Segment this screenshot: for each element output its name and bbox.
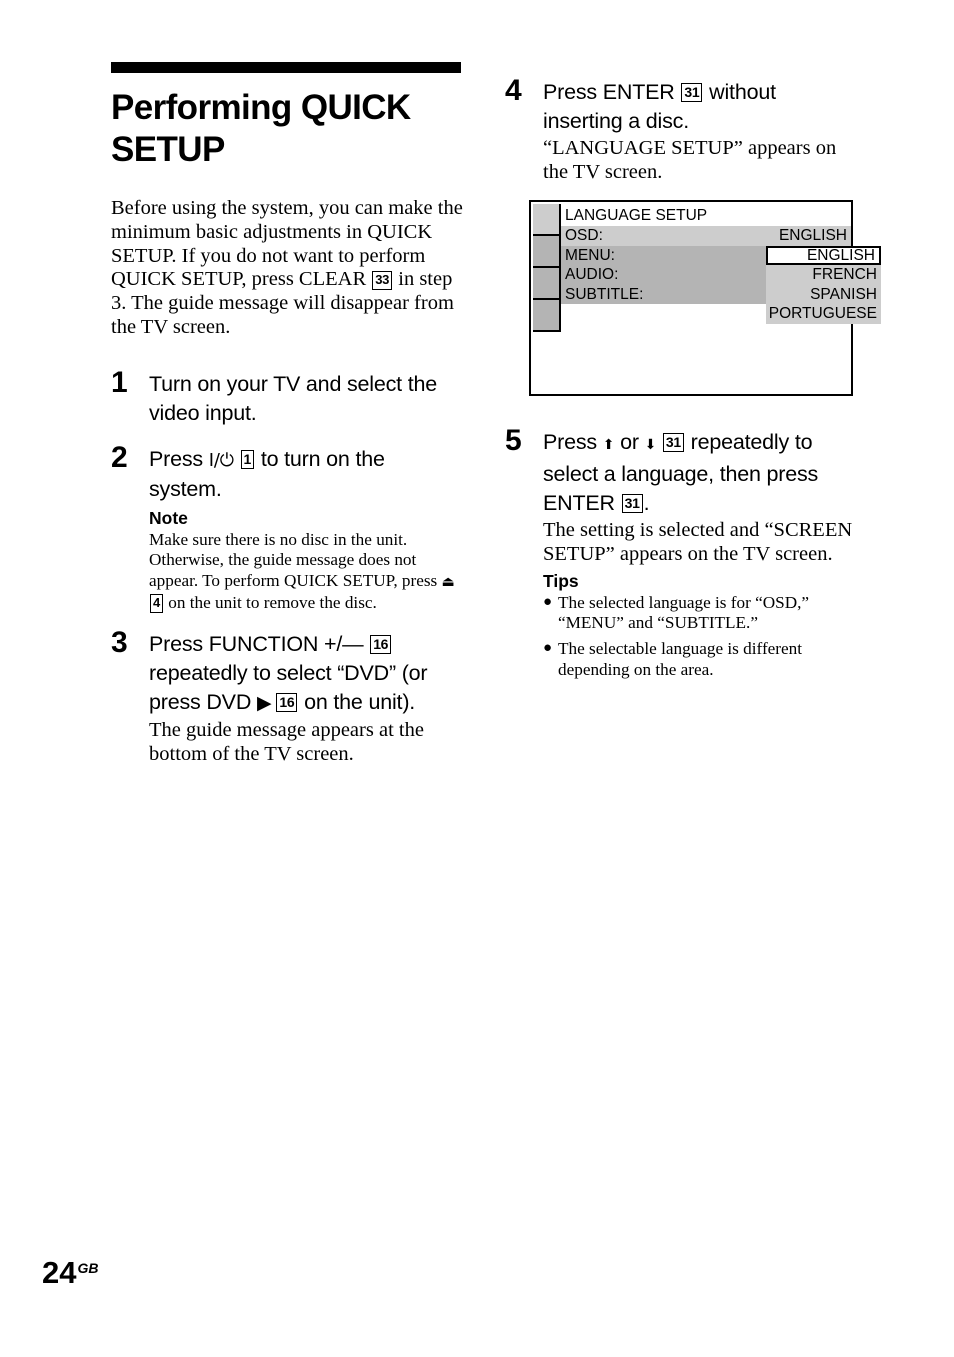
play-icon: ▶ xyxy=(256,692,272,715)
left-column: Performing QUICK SETUP Before using the … xyxy=(111,62,463,784)
note-text-before: Make sure there is no disc in the unit. … xyxy=(149,529,438,590)
osd-language-dropdown: ENGLISH FRENCH SPANISH PORTUGUESE xyxy=(766,245,881,324)
note-text-after: on the unit to remove the disc. xyxy=(168,592,377,612)
arrow-down-icon: ⬇ xyxy=(644,437,657,453)
osd-row-osd-value: ENGLISH xyxy=(778,227,847,244)
ref-badge-1: 1 xyxy=(240,449,255,469)
osd-tab-2 xyxy=(533,236,561,268)
step-4-body: “LANGUAGE SETUP” appears on the TV scree… xyxy=(543,137,837,183)
osd-tab-1 xyxy=(533,204,561,236)
step-3-body: The guide message appears at the bottom … xyxy=(149,719,424,765)
ref-badge-31-a: 31 xyxy=(681,83,703,102)
tips-list: ● The selected language is for “OSD,” “ME… xyxy=(543,593,860,681)
osd-option-english: ENGLISH xyxy=(766,245,881,265)
step-5-or: or xyxy=(620,430,639,454)
osd-row-audio-label: AUDIO: xyxy=(565,266,619,283)
step-1: 1 Turn on your TV and select the video i… xyxy=(111,366,463,428)
note-text: Make sure there is no disc in the unit. … xyxy=(149,530,463,613)
arrow-up-icon: ⬆ xyxy=(602,437,615,453)
step-4-text-before: Press ENTER xyxy=(543,80,675,104)
step-3-heading: Press FUNCTION +/— 16 repeatedly to sele… xyxy=(149,630,463,718)
right-column: 4 Press ENTER 31 without inserting a dis… xyxy=(505,74,860,202)
osd-tab-3 xyxy=(533,268,561,300)
step-5: 5 Press ⬆ or ⬇ 31 repeatedly to select a… xyxy=(505,424,860,681)
step-4-heading: Press ENTER 31 without inserting a disc. xyxy=(543,78,860,136)
ref-badge-4: 4 xyxy=(150,593,163,613)
step-5-text-after: . xyxy=(643,491,650,515)
intro-paragraph: Before using the system, you can make th… xyxy=(111,197,463,340)
osd-sidebar-tabs xyxy=(533,204,561,332)
page-number-value: 24 xyxy=(42,1255,77,1290)
step-3-text-before: Press FUNCTION +/— xyxy=(149,632,364,657)
tip-item-2-text: The selectable language is different dep… xyxy=(558,639,803,679)
ref-badge-31-c: 31 xyxy=(621,494,643,513)
step-1-heading: Turn on your TV and select the video inp… xyxy=(149,371,437,425)
power-icon: I/⏻ xyxy=(208,449,234,471)
step-5-text-before: Press xyxy=(543,430,597,454)
step-5-number: 5 xyxy=(505,424,522,457)
osd-title: LANGUAGE SETUP xyxy=(565,207,708,224)
step-3-number: 3 xyxy=(111,626,128,660)
heading-rule xyxy=(111,62,461,73)
osd-option-french: FRENCH xyxy=(812,266,877,283)
page-number: 24GB xyxy=(42,1253,98,1288)
tip-item-1-text: The selected language is for “OSD,” “MEN… xyxy=(558,592,810,633)
osd-rows: OSD: ENGLISH MENU: AUDIO: SUBTITLE: ENGL… xyxy=(561,226,881,324)
bullet-icon: ● xyxy=(543,593,553,610)
step-3-text-after: on the unit). xyxy=(304,690,416,715)
osd-option-spanish: SPANISH xyxy=(810,285,877,303)
tip-item-1: ● The selected language is for “OSD,” “ME… xyxy=(543,593,860,635)
tip-item-2: ● The selectable language is different de… xyxy=(543,639,860,681)
step-2-text-before: Press xyxy=(149,446,203,471)
ref-badge-16-b: 16 xyxy=(276,693,298,713)
ref-badge-33: 33 xyxy=(372,271,393,291)
osd-option-portuguese: PORTUGUESE xyxy=(768,305,877,322)
osd-row-osd: OSD: ENGLISH xyxy=(561,226,851,246)
page-title: Performing QUICK SETUP xyxy=(111,88,411,169)
note-label: Note xyxy=(149,507,188,528)
eject-icon: ⏏ xyxy=(441,573,455,590)
tips-label: Tips xyxy=(543,570,579,591)
page-number-suffix: GB xyxy=(77,1260,99,1276)
step-2-heading: Press I/⏻ 1 to turn on the system. xyxy=(149,445,463,504)
step-4-number: 4 xyxy=(505,74,522,107)
osd-row-osd-label: OSD: xyxy=(565,227,603,244)
step-3: 3 Press FUNCTION +/— 16 repeatedly to se… xyxy=(111,626,463,767)
step-2: 2 Press I/⏻ 1 to turn on the system. Not… xyxy=(111,441,463,613)
step-2-number: 2 xyxy=(111,440,128,474)
osd-row-menu-label: MENU: xyxy=(565,246,615,264)
ref-badge-16-a: 16 xyxy=(370,635,392,655)
bullet-icon: ● xyxy=(543,640,553,657)
ref-badge-31-b: 31 xyxy=(662,433,684,452)
osd-panel: LANGUAGE SETUP OSD: ENGLISH MENU: AUDIO:… xyxy=(561,204,881,394)
step-5-heading: Press ⬆ or ⬇ 31 repeatedly to select a l… xyxy=(543,428,860,518)
step-5-body: The setting is selected and “SCREEN SETU… xyxy=(543,519,853,565)
manual-page: Performing QUICK SETUP Before using the … xyxy=(0,0,954,1357)
osd-row-subtitle-label: SUBTITLE: xyxy=(565,285,644,303)
step-1-number: 1 xyxy=(111,365,128,399)
right-column-lower: 5 Press ⬆ or ⬇ 31 repeatedly to select a… xyxy=(505,424,860,698)
tv-screen-osd-diagram: LANGUAGE SETUP OSD: ENGLISH MENU: AUDIO:… xyxy=(529,200,881,396)
osd-tab-4 xyxy=(533,300,561,332)
step-4: 4 Press ENTER 31 without inserting a dis… xyxy=(505,74,860,185)
